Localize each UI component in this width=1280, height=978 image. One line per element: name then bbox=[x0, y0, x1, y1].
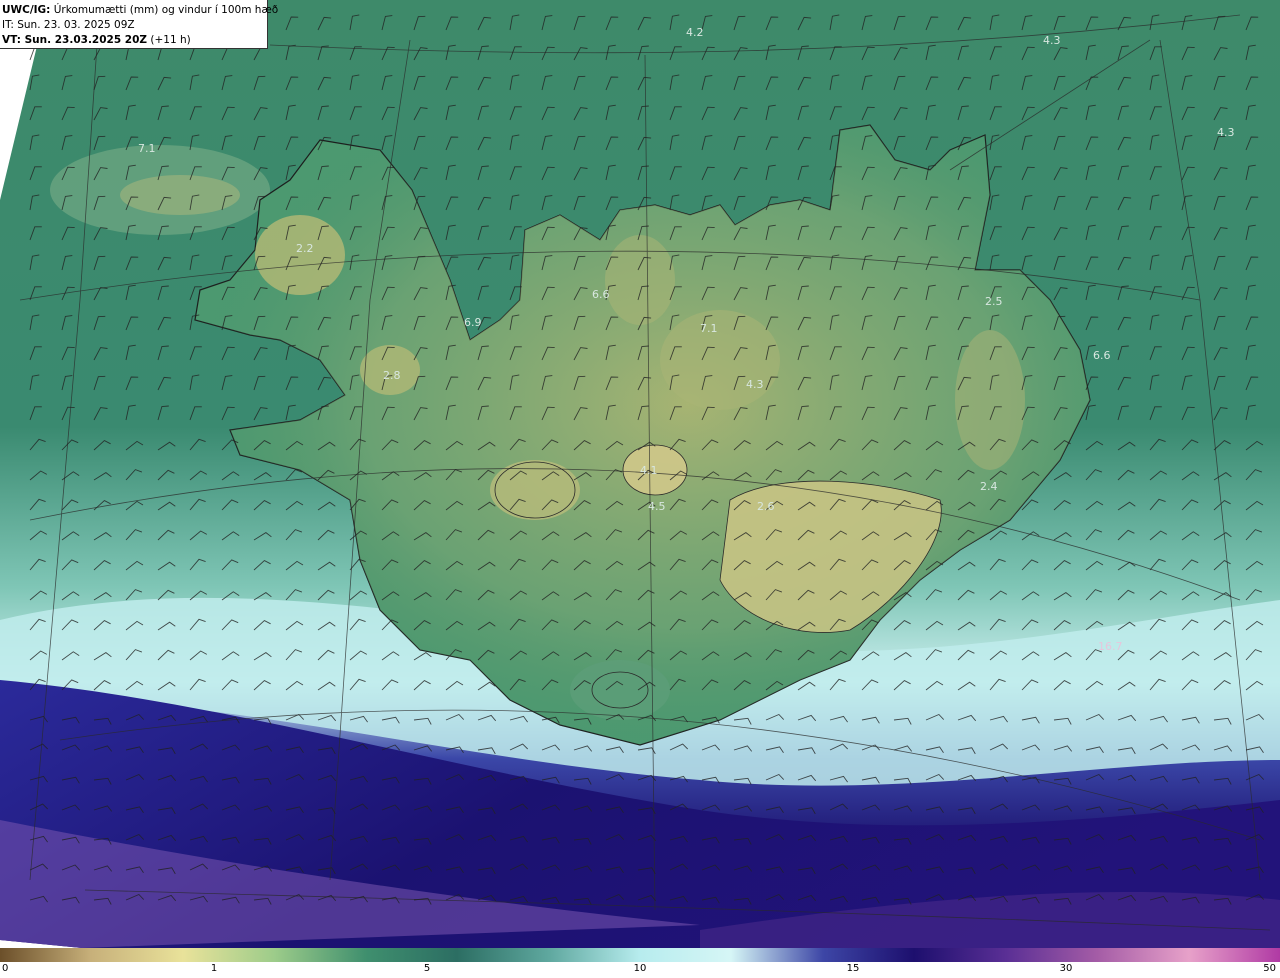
map-info-box: UWC/IG: Úrkomumætti (mm) og vindur í 100… bbox=[0, 0, 279, 49]
colorbar-strip bbox=[0, 948, 1280, 962]
map-label: 4.1 bbox=[640, 464, 658, 477]
map-label: 6.6 bbox=[592, 288, 610, 301]
colorbar-tick: 1 bbox=[210, 963, 218, 974]
colorbar-tick: 50 bbox=[1263, 963, 1276, 974]
map-label: 2.2 bbox=[296, 242, 314, 255]
map-label: 4.5 bbox=[648, 500, 666, 513]
valid-time: VT: Sun. 23.03.2025 20Z (+11 h) bbox=[2, 34, 191, 46]
map-label: 2.5 bbox=[985, 295, 1003, 308]
product-title: UWC/IG: Úrkomumætti (mm) og vindur í 100… bbox=[2, 4, 279, 16]
weather-map: 4.2 4.3 4.3 7.1 2.2 6.9 6.6 7.1 2.8 2.5 … bbox=[0, 0, 1280, 948]
map-label: 16.7 bbox=[1098, 640, 1123, 653]
map-label: 2.4 bbox=[980, 480, 998, 493]
map-label: 7.1 bbox=[138, 142, 156, 155]
issue-time: IT: Sun. 23. 03. 2025 09Z bbox=[2, 19, 135, 31]
map-label: 6.9 bbox=[464, 316, 482, 329]
map-label: 4.2 bbox=[686, 26, 704, 39]
map-label: 6.6 bbox=[1093, 349, 1111, 362]
colorbar-tick: 30 bbox=[1059, 963, 1073, 974]
map-label: 7.1 bbox=[700, 322, 718, 335]
colorbar-tick: 10 bbox=[633, 963, 647, 974]
colorbar-tick: 5 bbox=[423, 963, 431, 974]
map-label: 2.6 bbox=[757, 500, 775, 513]
colorbar-legend: 0 1 5 10 15 30 50 bbox=[0, 948, 1280, 978]
colorbar-tick: 0 bbox=[2, 963, 9, 974]
map-label: 4.3 bbox=[1043, 34, 1061, 47]
map-label: 4.3 bbox=[746, 378, 764, 391]
map-label: 4.3 bbox=[1217, 126, 1235, 139]
colorbar-tick: 15 bbox=[846, 963, 860, 974]
map-label: 2.8 bbox=[383, 369, 401, 382]
